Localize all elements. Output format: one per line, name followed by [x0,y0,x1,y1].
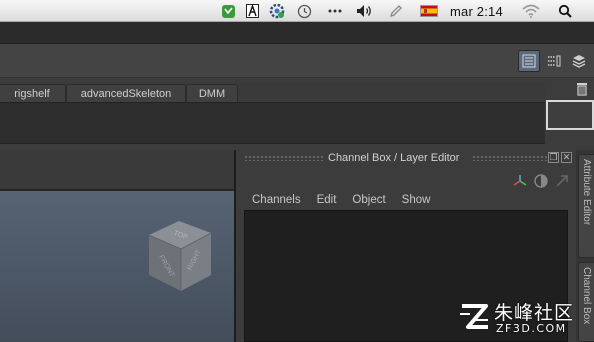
shelf-tab-dmm[interactable]: DMM [186,84,238,102]
mac-menubar: mar 2:14 [0,0,594,22]
menubar-clock[interactable]: mar 2:14 [450,4,503,19]
shelf-tab-bar: rigshelf advancedSkeleton DMM [0,82,545,102]
viewport-menu-bar [0,150,236,190]
channel-box-toggle-icon[interactable] [518,50,540,72]
float-panel-icon[interactable]: ❐ [548,152,559,163]
channel-box-titlebar[interactable]: Channel Box / Layer Editor ❐ ✕ [236,150,576,166]
spotlight-search-icon[interactable] [557,3,573,19]
menu-edit[interactable]: Edit [317,194,337,206]
tab-attribute-editor[interactable]: Attribute Editor [578,154,594,258]
close-panel-icon[interactable]: ✕ [561,152,572,163]
menu-object[interactable]: Object [352,194,385,206]
wifi-icon[interactable] [521,3,541,19]
drag-grip[interactable] [472,155,548,161]
arrow-icon[interactable] [554,173,570,192]
trash-icon[interactable] [576,82,590,98]
watermark-logo-icon [460,304,488,329]
drag-grip[interactable] [244,155,324,161]
shelf-area [0,102,545,144]
tool-settings-icon[interactable] [543,50,565,72]
viewcube[interactable]: TOP FRONT RIGHT [145,213,215,295]
channel-box-menubar: Channels Edit Object Show [252,194,446,206]
highlighted-shelf-slot[interactable] [546,100,594,130]
shelf-tab-advancedskeleton[interactable]: advancedSkeleton [66,84,186,102]
menu-show[interactable]: Show [402,194,431,206]
shelf-tab-label: advancedSkeleton [80,87,172,100]
adobe-icon[interactable] [245,3,259,19]
menu-channels[interactable]: Channels [252,194,301,206]
half-circle-icon[interactable] [533,173,549,192]
gear-badge-icon[interactable] [268,3,286,19]
watermark: 朱峰社区 ZF3D.COM [458,298,592,340]
evernote-icon[interactable] [219,3,237,19]
channel-box-title: Channel Box / Layer Editor [328,152,460,164]
spain-flag-icon[interactable] [420,5,438,17]
shelf-tab-rigshelf[interactable]: rigshelf [0,84,66,102]
status-toolbar [0,44,594,78]
dots-icon[interactable] [326,3,344,19]
time-machine-icon[interactable] [296,3,312,19]
viewport-panel[interactable]: TOP FRONT RIGHT [0,150,236,342]
shelf-tab-label: DMM [198,87,226,100]
side-tab-label: Attribute Editor [581,159,592,226]
shelf-tab-label: rigshelf [14,87,50,100]
watermark-url: ZF3D.COM [496,322,567,335]
watermark-text: 朱峰社区 [494,302,575,324]
axis-icon[interactable] [513,174,527,191]
viewport-scene[interactable]: TOP FRONT RIGHT [0,191,236,342]
volume-icon[interactable] [355,3,375,19]
window-title-strip [0,22,594,44]
layer-editor-icon[interactable] [568,50,590,72]
pen-icon[interactable] [388,3,404,19]
